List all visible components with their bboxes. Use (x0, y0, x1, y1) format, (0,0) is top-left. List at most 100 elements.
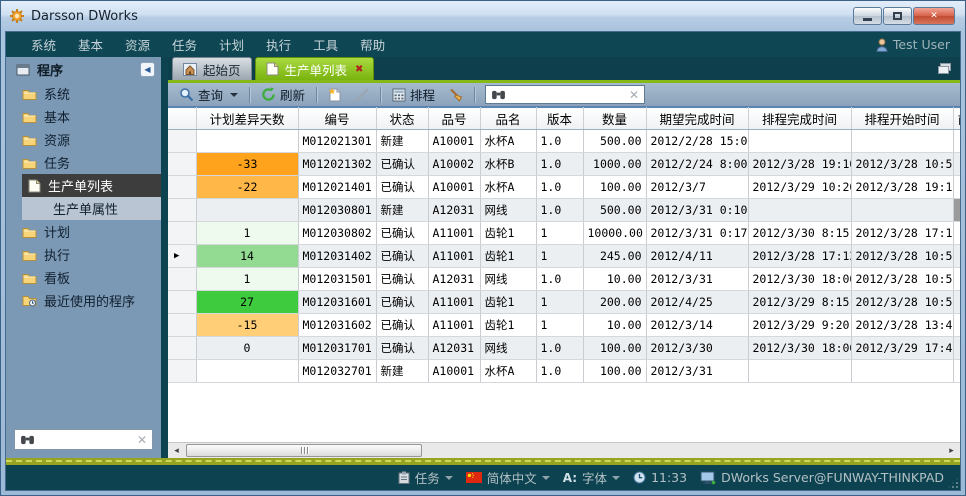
cell-diff[interactable]: -22 (196, 176, 298, 199)
cell-extra[interactable]: # (953, 199, 960, 222)
cell-qty[interactable]: 10.00 (583, 268, 646, 291)
sidebar-collapse-button[interactable]: ◀ (140, 62, 155, 77)
menu-item-0[interactable]: 系统 (20, 31, 67, 58)
cell-expected[interactable]: 2012/3/14 (646, 314, 748, 337)
cell-part_no[interactable]: A12031 (428, 199, 480, 222)
cell-part_name[interactable]: 齿轮1 (480, 314, 536, 337)
cell-code[interactable]: M012032701 (298, 360, 376, 383)
cell-extra[interactable] (953, 222, 960, 245)
maximize-button[interactable] (883, 7, 912, 25)
statusbar-task-menu[interactable]: 任务 (398, 468, 453, 487)
cell-extra[interactable] (953, 268, 960, 291)
cell-status[interactable]: 已确认 (376, 222, 428, 245)
menu-item-6[interactable]: 工具 (302, 31, 349, 58)
cell-status[interactable]: 已确认 (376, 314, 428, 337)
sidebar-search-box[interactable]: ✕ (14, 429, 153, 450)
cell-qty[interactable]: 100.00 (583, 176, 646, 199)
cell-extra[interactable] (953, 291, 960, 314)
grid-header-indicator[interactable] (168, 108, 196, 130)
cell-code[interactable]: M012030801 (298, 199, 376, 222)
cell-sched_finish[interactable] (748, 199, 851, 222)
cell-part_name[interactable]: 水杯A (480, 130, 536, 153)
resize-grip[interactable] (948, 478, 958, 488)
cell-sched_finish[interactable]: 2012/3/30 8:15 (748, 222, 851, 245)
window-list-icon[interactable] (937, 62, 952, 75)
cell-diff[interactable] (196, 360, 298, 383)
tab-1[interactable]: 生产单列表✖ (255, 57, 375, 80)
cell-version[interactable]: 1 (536, 245, 583, 268)
grid-find-box[interactable]: ✕ (485, 85, 645, 104)
cell-status[interactable]: 已确认 (376, 245, 428, 268)
menu-item-3[interactable]: 任务 (161, 31, 208, 58)
cell-sched_start[interactable] (851, 360, 953, 383)
cell-part_no[interactable]: A11001 (428, 245, 480, 268)
scrollbar-thumb[interactable] (186, 444, 422, 457)
cell-sched_start[interactable] (851, 199, 953, 222)
query-button[interactable]: 查询 (174, 83, 243, 106)
grid-header-sched_finish[interactable]: 排程完成时间 (748, 108, 851, 130)
cell-part_name[interactable]: 水杯A (480, 176, 536, 199)
cell-sched_finish[interactable]: 2012/3/29 8:15 (748, 291, 851, 314)
cell-diff[interactable]: 1 (196, 222, 298, 245)
sidebar-item-4[interactable]: 生产单列表 (22, 174, 161, 197)
cell-part_no[interactable]: A10001 (428, 130, 480, 153)
cell-code[interactable]: M012030802 (298, 222, 376, 245)
grid-row-10[interactable]: M012032701新建A10001水杯A1.0100.002012/3/31 (168, 360, 960, 383)
grid-row-2[interactable]: -22M012021401已确认A10001水杯A1.0100.002012/3… (168, 176, 960, 199)
sidebar-item-8[interactable]: 看板 (6, 266, 161, 289)
close-button[interactable]: ✕ (913, 7, 955, 25)
refresh-button[interactable]: 刷新 (256, 83, 310, 106)
grid-row-0[interactable]: M012021301新建A10001水杯A1.0500.002012/2/28 … (168, 130, 960, 153)
cell-indicator[interactable] (168, 291, 196, 314)
cell-expected[interactable]: 2012/3/31 (646, 360, 748, 383)
cell-status[interactable]: 已确认 (376, 268, 428, 291)
grid-header-part_name[interactable]: 品名 (480, 108, 536, 130)
cell-diff[interactable]: 1 (196, 268, 298, 291)
grid-header-qty[interactable]: 数量 (583, 108, 646, 130)
cell-indicator[interactable] (168, 176, 196, 199)
cell-extra[interactable] (953, 153, 960, 176)
new-button[interactable] (323, 85, 347, 104)
cell-sched_start[interactable]: 2012/3/28 10:52 (851, 291, 953, 314)
cell-code[interactable]: M012021302 (298, 153, 376, 176)
cell-sched_finish[interactable] (748, 360, 851, 383)
cell-diff[interactable]: 0 (196, 337, 298, 360)
cell-version[interactable]: 1 (536, 291, 583, 314)
cell-expected[interactable]: 2012/4/11 (646, 245, 748, 268)
cell-part_no[interactable]: A11001 (428, 222, 480, 245)
cell-part_no[interactable]: A11001 (428, 291, 480, 314)
cell-part_name[interactable]: 网线 (480, 268, 536, 291)
cell-part_name[interactable]: 齿轮1 (480, 245, 536, 268)
cell-indicator[interactable] (168, 360, 196, 383)
grid-row-8[interactable]: -15M012031602已确认A11001齿轮1110.002012/3/14… (168, 314, 960, 337)
menu-item-7[interactable]: 帮助 (349, 31, 396, 58)
cell-expected[interactable]: 2012/4/25 (646, 291, 748, 314)
scroll-left-icon[interactable]: ◂ (168, 443, 185, 458)
query-dropdown-icon[interactable] (230, 93, 238, 97)
sidebar-divider[interactable] (161, 57, 168, 458)
sidebar-item-7[interactable]: 执行 (6, 243, 161, 266)
cell-status[interactable]: 新建 (376, 130, 428, 153)
cell-expected[interactable]: 2012/3/31 0:10 (646, 199, 748, 222)
user-chip[interactable]: Test User (876, 37, 950, 52)
cell-sched_start[interactable] (851, 130, 953, 153)
menu-item-5[interactable]: 执行 (255, 31, 302, 58)
grid-row-7[interactable]: 27M012031601已确认A11001齿轮11200.002012/4/25… (168, 291, 960, 314)
cell-sched_start[interactable]: 2012/3/28 13:40 (851, 314, 953, 337)
cell-code[interactable]: M012031601 (298, 291, 376, 314)
statusbar-language-menu[interactable]: 简体中文 (466, 468, 550, 487)
cell-sched_finish[interactable]: 2012/3/29 10:20 (748, 176, 851, 199)
cell-qty[interactable]: 200.00 (583, 291, 646, 314)
cell-part_no[interactable]: A12031 (428, 268, 480, 291)
cell-qty[interactable]: 10.00 (583, 314, 646, 337)
cell-sched_start[interactable]: 2012/3/29 17:46 (851, 337, 953, 360)
cell-status[interactable]: 已确认 (376, 337, 428, 360)
cell-indicator[interactable]: ▶ (168, 245, 196, 268)
cell-extra[interactable] (953, 176, 960, 199)
minimize-button[interactable] (853, 7, 882, 25)
sidebar-item-0[interactable]: 系统 (6, 82, 161, 105)
cell-part_name[interactable]: 水杯A (480, 360, 536, 383)
grid-row-9[interactable]: 0M012031701已确认A12031网线1.0100.002012/3/30… (168, 337, 960, 360)
cell-status[interactable]: 新建 (376, 199, 428, 222)
grid-header-diff[interactable]: 计划差异天数 (196, 108, 298, 130)
